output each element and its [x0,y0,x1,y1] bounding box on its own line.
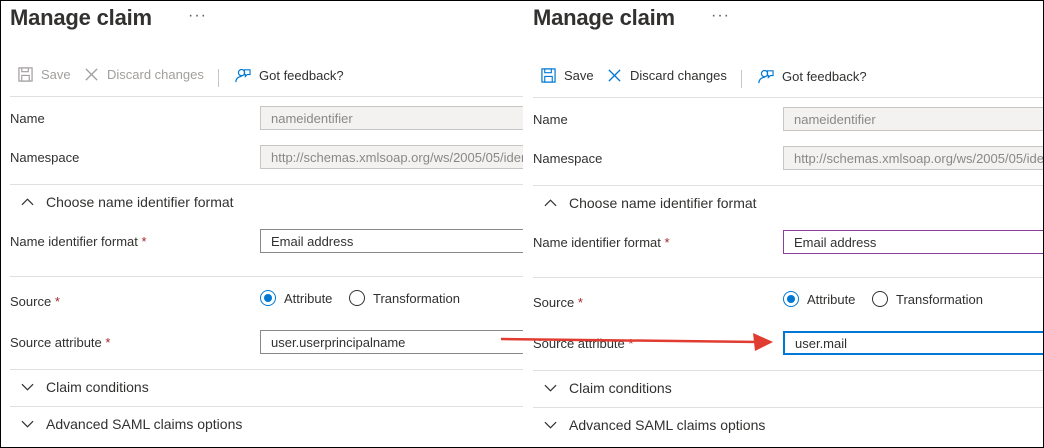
chevron-down-icon [544,421,557,429]
claim-conditions-section-toggle[interactable]: Claim conditions [21,379,149,395]
section-title: Advanced SAML claims options [46,416,243,432]
name-identifier-format-section-toggle[interactable]: Choose name identifier format [544,195,757,211]
name-label: Name [533,112,568,127]
advanced-saml-section-toggle[interactable]: Advanced SAML claims options [21,416,242,432]
feedback-button[interactable]: Got feedback? [234,67,344,84]
toolbar-divider [741,70,742,88]
chevron-down-icon [21,383,34,391]
divider [533,185,1043,186]
save-button[interactable]: Save [18,67,71,82]
name-field[interactable]: nameidentifier [260,106,523,130]
divider [10,184,523,185]
chevron-down-icon [544,384,557,392]
manage-claim-panel-after: Manage claim ··· Save Discard changes Go… [524,1,1043,447]
page-title: Manage claim [10,5,152,30]
label-text: Source attribute [10,335,102,350]
source-label: Source * [10,294,60,309]
name-identifier-format-select[interactable]: Email address [783,230,1043,254]
radio-selected-indicator [260,290,276,306]
discard-label: Discard changes [630,68,727,83]
comparison-frame: Manage claim ··· Save Discard changes Go… [0,0,1044,448]
chevron-up-icon [544,199,557,207]
name-label: Name [10,111,45,126]
toolbar: Save Discard changes Got feedback? [10,63,523,93]
divider [533,407,1043,408]
more-options-button[interactable]: ··· [711,7,730,25]
source-attribute-label: Source attribute * [533,336,633,351]
feedback-label: Got feedback? [259,68,344,83]
radio-label: Transformation [896,291,983,307]
name-identifier-format-label: Name identifier format * [10,234,147,249]
required-marker: * [54,294,60,309]
feedback-button[interactable]: Got feedback? [757,68,867,85]
label-text: Source [10,294,52,309]
label-text: Name identifier format [533,235,661,250]
discard-label: Discard changes [107,67,204,82]
radio-transformation[interactable]: Transformation [349,290,460,306]
divider [533,97,1043,98]
required-marker: * [577,295,583,310]
save-button[interactable]: Save [541,68,594,83]
more-options-button[interactable]: ··· [188,7,207,25]
save-label: Save [564,68,594,83]
radio-label: Attribute [807,291,856,307]
page-title: Manage claim [533,5,675,30]
radio-attribute[interactable]: Attribute [260,290,332,306]
save-icon [18,67,33,82]
label-text: Source attribute [533,336,625,351]
namespace-label: Namespace [533,151,603,166]
toolbar-divider [218,69,219,87]
source-attribute-input[interactable]: user.userprincipalname [260,330,523,354]
name-identifier-format-select[interactable]: Email address [260,229,523,253]
divider [10,96,523,97]
discard-changes-button[interactable]: Discard changes [607,68,727,83]
feedback-label: Got feedback? [782,69,867,84]
source-attribute-label: Source attribute * [10,335,110,350]
radio-indicator [872,291,888,307]
section-title: Choose name identifier format [46,194,234,210]
name-identifier-format-label: Name identifier format * [533,235,670,250]
namespace-field[interactable]: http://schemas.xmlsoap.org/ws/2005/05/id… [260,145,523,169]
discard-changes-button[interactable]: Discard changes [84,67,204,82]
divider [10,276,523,277]
chevron-down-icon [21,420,34,428]
namespace-field[interactable]: http://schemas.xmlsoap.org/ws/2005/05/id… [783,146,1043,170]
divider [10,369,523,370]
chevron-up-icon [21,198,34,206]
radio-selected-indicator [783,291,799,307]
save-label: Save [41,67,71,82]
divider [533,277,1043,278]
namespace-label: Namespace [10,150,80,165]
radio-label: Attribute [284,290,333,306]
toolbar: Save Discard changes Got feedback? [533,64,1043,94]
feedback-icon [758,69,774,84]
section-title: Advanced SAML claims options [569,417,766,433]
section-title: Claim conditions [569,380,672,396]
required-marker: * [664,235,670,250]
divider [10,406,523,407]
name-identifier-format-section-toggle[interactable]: Choose name identifier format [21,194,234,210]
name-field[interactable]: nameidentifier [783,107,1043,131]
source-attribute-input[interactable]: user.mail [783,331,1043,355]
radio-transformation[interactable]: Transformation [872,291,983,307]
save-icon [541,68,556,83]
radio-indicator [349,290,365,306]
required-marker: * [141,234,147,249]
divider [533,370,1043,371]
close-icon [85,68,98,81]
manage-claim-panel-before: Manage claim ··· Save Discard changes Go… [1,1,523,447]
required-marker: * [628,336,634,351]
advanced-saml-section-toggle[interactable]: Advanced SAML claims options [544,417,765,433]
source-label: Source * [533,295,583,310]
label-text: Source [533,295,575,310]
feedback-icon [235,68,251,83]
required-marker: * [105,335,111,350]
close-icon [608,69,621,82]
radio-attribute[interactable]: Attribute [783,291,855,307]
section-title: Claim conditions [46,379,149,395]
label-text: Name identifier format [10,234,138,249]
claim-conditions-section-toggle[interactable]: Claim conditions [544,380,672,396]
section-title: Choose name identifier format [569,195,757,211]
radio-label: Transformation [373,290,460,306]
